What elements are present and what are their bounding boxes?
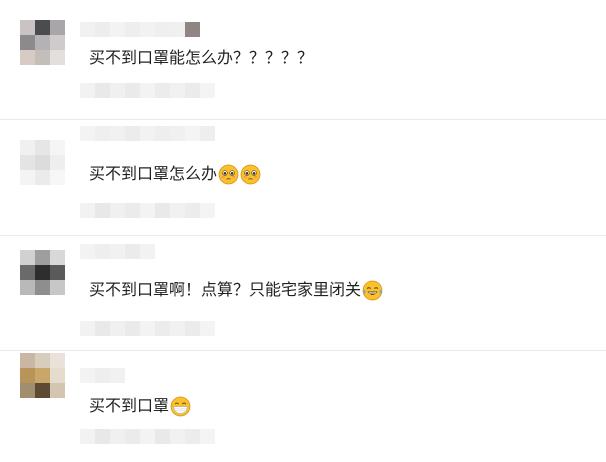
avatar[interactable] [20,140,65,185]
avatar[interactable] [20,250,65,295]
comment-meta [80,429,215,444]
comment-text: 买不到口罩啊！点算？只能宅家里闭关 [89,279,383,301]
avatar[interactable] [20,20,65,65]
comment-text: 买不到口罩能怎么办？？？？？ [89,47,313,69]
medical-mask-face-icon [170,396,191,416]
comment-item: 买不到口罩能怎么办？？？？？ [0,0,606,119]
comment-text: 买不到口罩怎么办 [89,163,261,185]
comment-item: 买不到口罩啊！点算？只能宅家里闭关 [0,236,606,350]
comment-meta [80,321,215,336]
pleading-face-icon [240,164,261,184]
comment-text-content: 买不到口罩能怎么办？？？？？ [89,48,314,67]
pleading-face-icon [218,164,239,184]
tears-of-joy-icon [362,280,383,300]
comment-meta [80,203,215,218]
comment-text: 买不到口罩 [89,395,191,417]
comment-item: 买不到口罩 [0,351,606,462]
comment-text-content: 买不到口罩啊！点算？只能宅家里闭关 [89,280,362,299]
comment-meta [80,83,215,98]
username[interactable] [80,368,125,383]
comment-list: 买不到口罩能怎么办？？？？？ 买不到口罩怎么办 买不到口罩啊！点算？只能宅家里闭… [0,0,606,462]
username[interactable] [80,22,200,37]
username[interactable] [80,244,155,259]
comment-text-content: 买不到口罩 [89,396,170,415]
comment-text-content: 买不到口罩怎么办 [89,164,218,183]
comment-item: 买不到口罩怎么办 [0,120,606,235]
avatar[interactable] [20,353,65,398]
username[interactable] [80,126,215,141]
